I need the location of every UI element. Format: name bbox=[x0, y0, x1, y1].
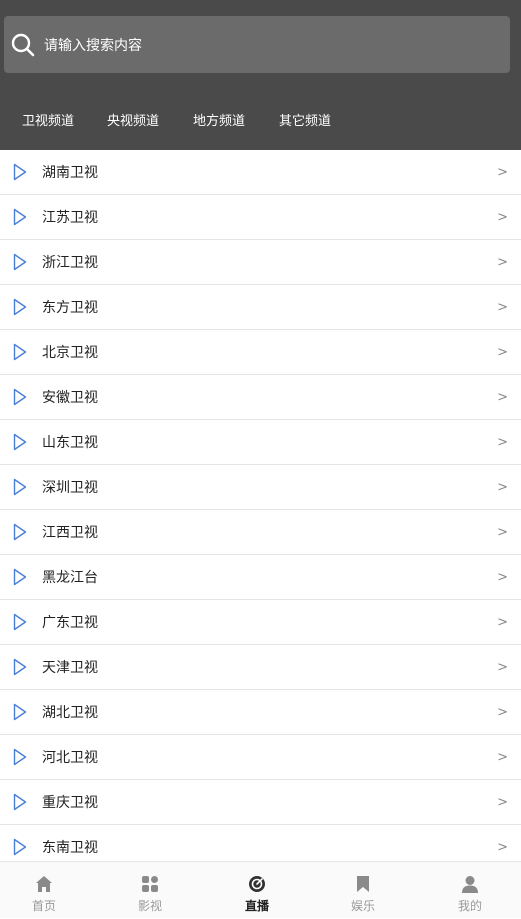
list-item[interactable]: 黑龙江台 > bbox=[0, 555, 521, 600]
channel-name: 安徽卫视 bbox=[42, 390, 98, 406]
bottom-tabbar: 首页 影视 直播 娱乐 我的 bbox=[0, 861, 521, 918]
list-item[interactable]: 重庆卫视 > bbox=[0, 780, 521, 825]
play-icon bbox=[13, 433, 27, 451]
channel-list: 湖南卫视 > 江苏卫视 > 浙江卫视 > 东方卫视 > 北京卫视 > 安徽卫视 > 山东卫视 > 深圳卫视 >… bbox=[0, 150, 521, 861]
tabbar-label-entertainment: 娱乐 bbox=[350, 899, 375, 913]
channel-name: 江苏卫视 bbox=[42, 210, 98, 226]
play-icon bbox=[13, 658, 27, 676]
list-item[interactable]: 东南卫视 > bbox=[0, 825, 521, 861]
chevron-right-icon: > bbox=[497, 254, 508, 270]
tabbar-item-live[interactable]: 直播 bbox=[205, 862, 309, 919]
chevron-right-icon: > bbox=[497, 434, 508, 450]
list-item[interactable]: 江西卫视 > bbox=[0, 510, 521, 555]
channel-name: 黑龙江台 bbox=[42, 570, 98, 586]
tabbar-item-home[interactable]: 首页 bbox=[0, 862, 96, 919]
play-icon bbox=[13, 703, 27, 721]
list-item[interactable]: 湖南卫视 > bbox=[0, 150, 521, 195]
channel-name: 山东卫视 bbox=[42, 435, 98, 451]
play-icon bbox=[13, 253, 27, 271]
play-icon bbox=[13, 748, 27, 766]
chevron-right-icon: > bbox=[497, 164, 508, 180]
tabbar-label-movies: 影视 bbox=[137, 899, 162, 913]
play-icon bbox=[13, 208, 27, 226]
tab-local[interactable]: 地方频道 bbox=[193, 110, 245, 129]
chevron-right-icon: > bbox=[497, 659, 508, 675]
chevron-right-icon: > bbox=[497, 209, 508, 225]
channel-name: 深圳卫视 bbox=[42, 480, 98, 496]
channel-name: 广东卫视 bbox=[42, 615, 98, 631]
tab-other[interactable]: 其它频道 bbox=[279, 110, 331, 129]
chevron-right-icon: > bbox=[497, 389, 508, 405]
home-icon bbox=[36, 876, 52, 892]
chevron-right-icon: > bbox=[497, 524, 508, 540]
channel-name: 东南卫视 bbox=[42, 840, 98, 856]
list-item[interactable]: 广东卫视 > bbox=[0, 600, 521, 645]
channel-name: 北京卫视 bbox=[42, 345, 98, 361]
chevron-right-icon: > bbox=[497, 479, 508, 495]
list-item[interactable]: 浙江卫视 > bbox=[0, 240, 521, 285]
channel-name: 东方卫视 bbox=[42, 300, 98, 316]
tab-cctv[interactable]: 央视频道 bbox=[107, 110, 159, 129]
play-icon bbox=[13, 388, 27, 406]
play-icon bbox=[13, 298, 27, 316]
bookmark-icon bbox=[357, 876, 369, 892]
list-item[interactable]: 河北卫视 > bbox=[0, 735, 521, 780]
play-icon bbox=[13, 838, 27, 856]
live-icon bbox=[249, 876, 265, 892]
chevron-right-icon: > bbox=[497, 299, 508, 315]
chevron-right-icon: > bbox=[497, 704, 508, 720]
list-item[interactable]: 北京卫视 > bbox=[0, 330, 521, 375]
tabbar-label-home: 首页 bbox=[31, 899, 56, 913]
channel-tabs: 卫视频道 央视频道 地方频道 其它频道 bbox=[0, 100, 521, 136]
play-icon bbox=[13, 568, 27, 586]
play-icon bbox=[13, 793, 27, 811]
tabbar-item-entertainment[interactable]: 娱乐 bbox=[311, 862, 415, 919]
play-icon bbox=[13, 613, 27, 631]
play-icon bbox=[13, 163, 27, 181]
chevron-right-icon: > bbox=[497, 794, 508, 810]
search-icon[interactable] bbox=[10, 32, 36, 58]
list-item[interactable]: 江苏卫视 > bbox=[0, 195, 521, 240]
list-item[interactable]: 山东卫视 > bbox=[0, 420, 521, 465]
play-icon bbox=[13, 343, 27, 361]
list-item[interactable]: 湖北卫视 > bbox=[0, 690, 521, 735]
channel-name: 天津卫视 bbox=[42, 660, 98, 676]
list-item[interactable]: 深圳卫视 > bbox=[0, 465, 521, 510]
channel-name: 湖北卫视 bbox=[42, 705, 98, 721]
tabbar-label-live: 直播 bbox=[244, 899, 269, 913]
chevron-right-icon: > bbox=[497, 749, 508, 765]
channel-name: 重庆卫视 bbox=[42, 795, 98, 811]
chevron-right-icon: > bbox=[497, 569, 508, 585]
chevron-right-icon: > bbox=[497, 344, 508, 360]
grid-icon bbox=[142, 876, 158, 892]
header: 请输入搜索内容 卫视频道 央视频道 地方频道 其它频道 bbox=[0, 0, 521, 150]
list-item[interactable]: 安徽卫视 > bbox=[0, 375, 521, 420]
chevron-right-icon: > bbox=[497, 614, 508, 630]
channel-name: 湖南卫视 bbox=[42, 165, 98, 181]
chevron-right-icon: > bbox=[497, 839, 508, 855]
list-item[interactable]: 东方卫视 > bbox=[0, 285, 521, 330]
search-placeholder: 请输入搜索内容 bbox=[44, 37, 142, 54]
play-icon bbox=[13, 478, 27, 496]
channel-name: 河北卫视 bbox=[42, 750, 98, 766]
tabbar-item-profile[interactable]: 我的 bbox=[418, 862, 521, 919]
list-item[interactable]: 天津卫视 > bbox=[0, 645, 521, 690]
tabbar-label-profile: 我的 bbox=[457, 899, 482, 913]
tab-satellite[interactable]: 卫视频道 bbox=[22, 110, 74, 129]
channel-name: 江西卫视 bbox=[42, 525, 98, 541]
tabbar-item-movies[interactable]: 影视 bbox=[98, 862, 202, 919]
channel-name: 浙江卫视 bbox=[42, 255, 98, 271]
play-icon bbox=[13, 523, 27, 541]
user-icon bbox=[462, 876, 478, 893]
search-input[interactable]: 请输入搜索内容 bbox=[4, 16, 510, 73]
